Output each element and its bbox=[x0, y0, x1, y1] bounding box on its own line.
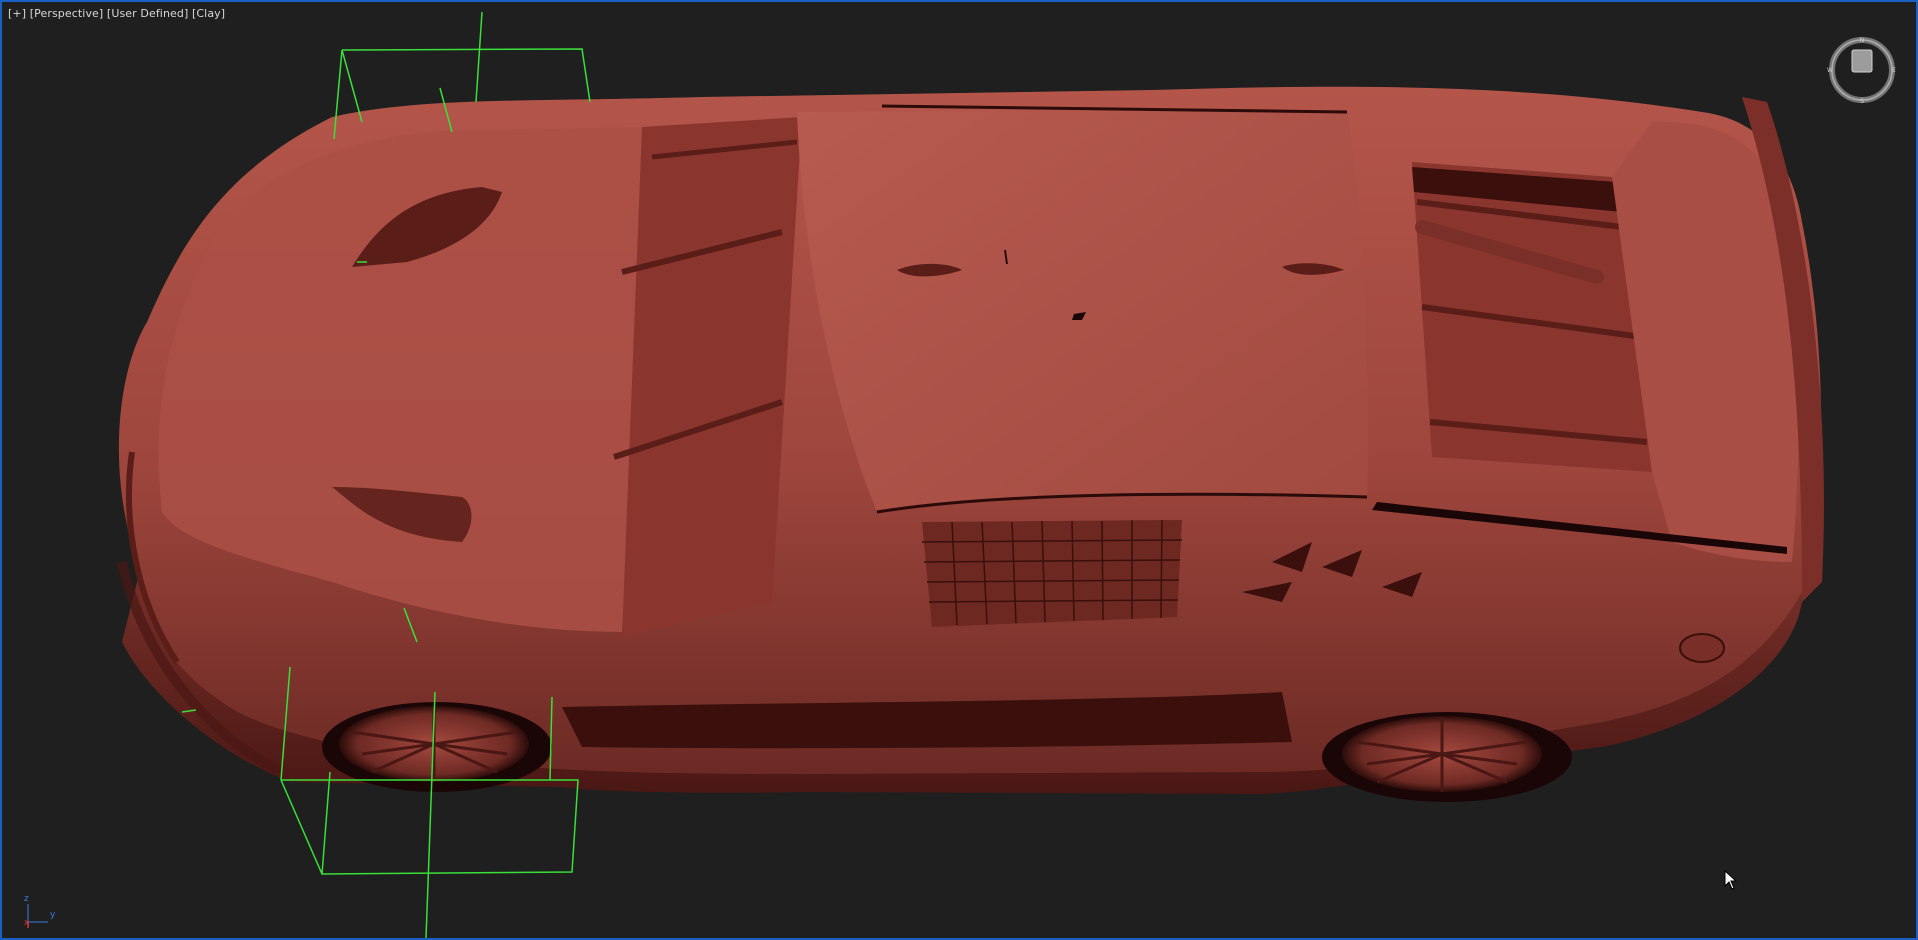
viewcube-south[interactable]: S bbox=[1860, 98, 1864, 105]
car-roof bbox=[797, 110, 1369, 512]
window-net bbox=[922, 520, 1182, 627]
perspective-viewport[interactable]: [+] [Perspective] [User Defined] [Clay] bbox=[0, 0, 1918, 940]
mouse-cursor-icon bbox=[1724, 870, 1738, 890]
scene-render[interactable] bbox=[2, 2, 1916, 938]
car-model[interactable] bbox=[117, 86, 1824, 802]
front-wheel bbox=[322, 702, 552, 792]
viewcube-north[interactable]: N bbox=[1860, 37, 1865, 44]
world-axis-tripod: y z x bbox=[22, 892, 62, 928]
axis-x-label: x bbox=[24, 918, 30, 928]
fuel-cap bbox=[1679, 633, 1725, 663]
viewcube-west[interactable]: W bbox=[1827, 67, 1833, 74]
viewcube-east[interactable]: E bbox=[1892, 67, 1896, 74]
axis-z-label: z bbox=[24, 894, 29, 904]
axis-y-label: y bbox=[50, 910, 56, 920]
viewcube-icon[interactable]: N S E W bbox=[1826, 34, 1898, 106]
rear-wheel bbox=[1322, 712, 1572, 802]
